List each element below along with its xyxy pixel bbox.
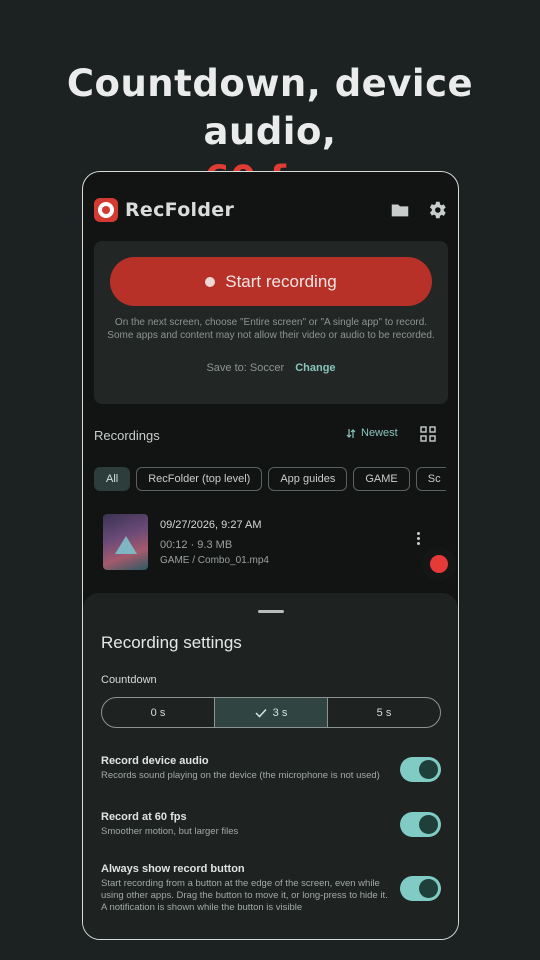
setting-title: Record at 60 fps <box>101 811 187 823</box>
app-bar: RecFolder <box>83 172 458 250</box>
start-recording-button[interactable]: Start recording <box>110 257 432 306</box>
record-dot-icon <box>205 276 216 287</box>
gear-icon[interactable] <box>426 199 448 221</box>
filter-chip-app-guides[interactable]: App guides <box>268 467 348 491</box>
filter-chip-all[interactable]: All <box>94 467 131 491</box>
headline-line-1: Countdown, device audio, <box>66 62 474 153</box>
grid-view-icon[interactable] <box>420 426 436 442</box>
recordings-header: Recordings <box>94 428 160 443</box>
drag-handle[interactable] <box>258 610 284 613</box>
countdown-option-3s[interactable]: 3 s <box>215 698 328 727</box>
setting-title: Record device audio <box>101 755 209 767</box>
setting-description: Records sound playing on the device (the… <box>101 770 380 781</box>
countdown-option-label: 5 s <box>376 706 392 719</box>
sort-icon <box>346 428 356 438</box>
record-button-toggle[interactable] <box>400 876 441 901</box>
folder-icon[interactable] <box>389 199 411 221</box>
countdown-option-label: 3 s <box>272 706 288 719</box>
start-recording-label: Start recording <box>225 271 337 291</box>
fps-toggle[interactable] <box>400 812 441 837</box>
floating-record-button[interactable] <box>422 547 456 581</box>
check-icon <box>255 708 267 718</box>
device-audio-toggle[interactable] <box>400 757 441 782</box>
countdown-label: Countdown <box>101 674 157 686</box>
phone-frame: RecFolder Start recording On the next sc… <box>82 171 459 940</box>
countdown-selector: 0 s 3 s 5 s <box>101 697 441 728</box>
hint-line-2: Some apps and content may not allow thei… <box>107 330 435 341</box>
setting-always-show-button: Always show record button Start recordin… <box>101 863 441 914</box>
change-folder-button[interactable]: Change <box>295 362 335 374</box>
sort-button[interactable]: Newest <box>346 427 398 439</box>
record-card: Start recording On the next screen, choo… <box>94 241 448 404</box>
recording-path: GAME / Combo_01.mp4 <box>160 555 269 566</box>
video-thumbnail <box>103 514 148 570</box>
filter-chip-game[interactable]: GAME <box>353 467 410 491</box>
filter-chip-sc[interactable]: Sc <box>415 467 446 491</box>
recording-title: 09/27/2026, 9:27 AM <box>160 519 262 531</box>
filter-chip-recfolder[interactable]: RecFolder (top level) <box>136 467 263 491</box>
setting-60fps: Record at 60 fps Smoother motion, but la… <box>101 811 441 838</box>
countdown-option-0s[interactable]: 0 s <box>102 698 215 727</box>
save-to-label: Save to: Soccer <box>206 362 285 374</box>
save-location-row: Save to: Soccer Change <box>94 362 448 374</box>
setting-device-audio: Record device audio Records sound playin… <box>101 755 441 782</box>
sheet-title: Recording settings <box>101 633 242 652</box>
app-title: RecFolder <box>125 199 235 221</box>
filter-chips: All RecFolder (top level) App guides GAME Sc <box>94 467 446 491</box>
countdown-option-5s[interactable]: 5 s <box>328 698 440 727</box>
setting-title: Always show record button <box>101 863 245 875</box>
recording-meta: 00:12 · 9.3 MB <box>160 539 233 551</box>
recording-hint: On the next screen, choose "Entire scree… <box>104 316 438 342</box>
countdown-option-label: 0 s <box>150 706 166 719</box>
sort-label: Newest <box>361 427 398 439</box>
more-options-icon[interactable] <box>414 532 422 548</box>
app-logo-icon <box>94 198 118 222</box>
setting-description: Start recording from a button at the edg… <box>101 878 388 913</box>
recording-settings-sheet: Recording settings Countdown 0 s 3 s 5 s… <box>83 593 458 939</box>
list-item[interactable]: 09/27/2026, 9:27 AM 00:12 · 9.3 MB GAME … <box>94 504 448 574</box>
setting-description: Smoother motion, but larger files <box>101 826 239 837</box>
hint-line-1: On the next screen, choose "Entire scree… <box>114 317 428 328</box>
